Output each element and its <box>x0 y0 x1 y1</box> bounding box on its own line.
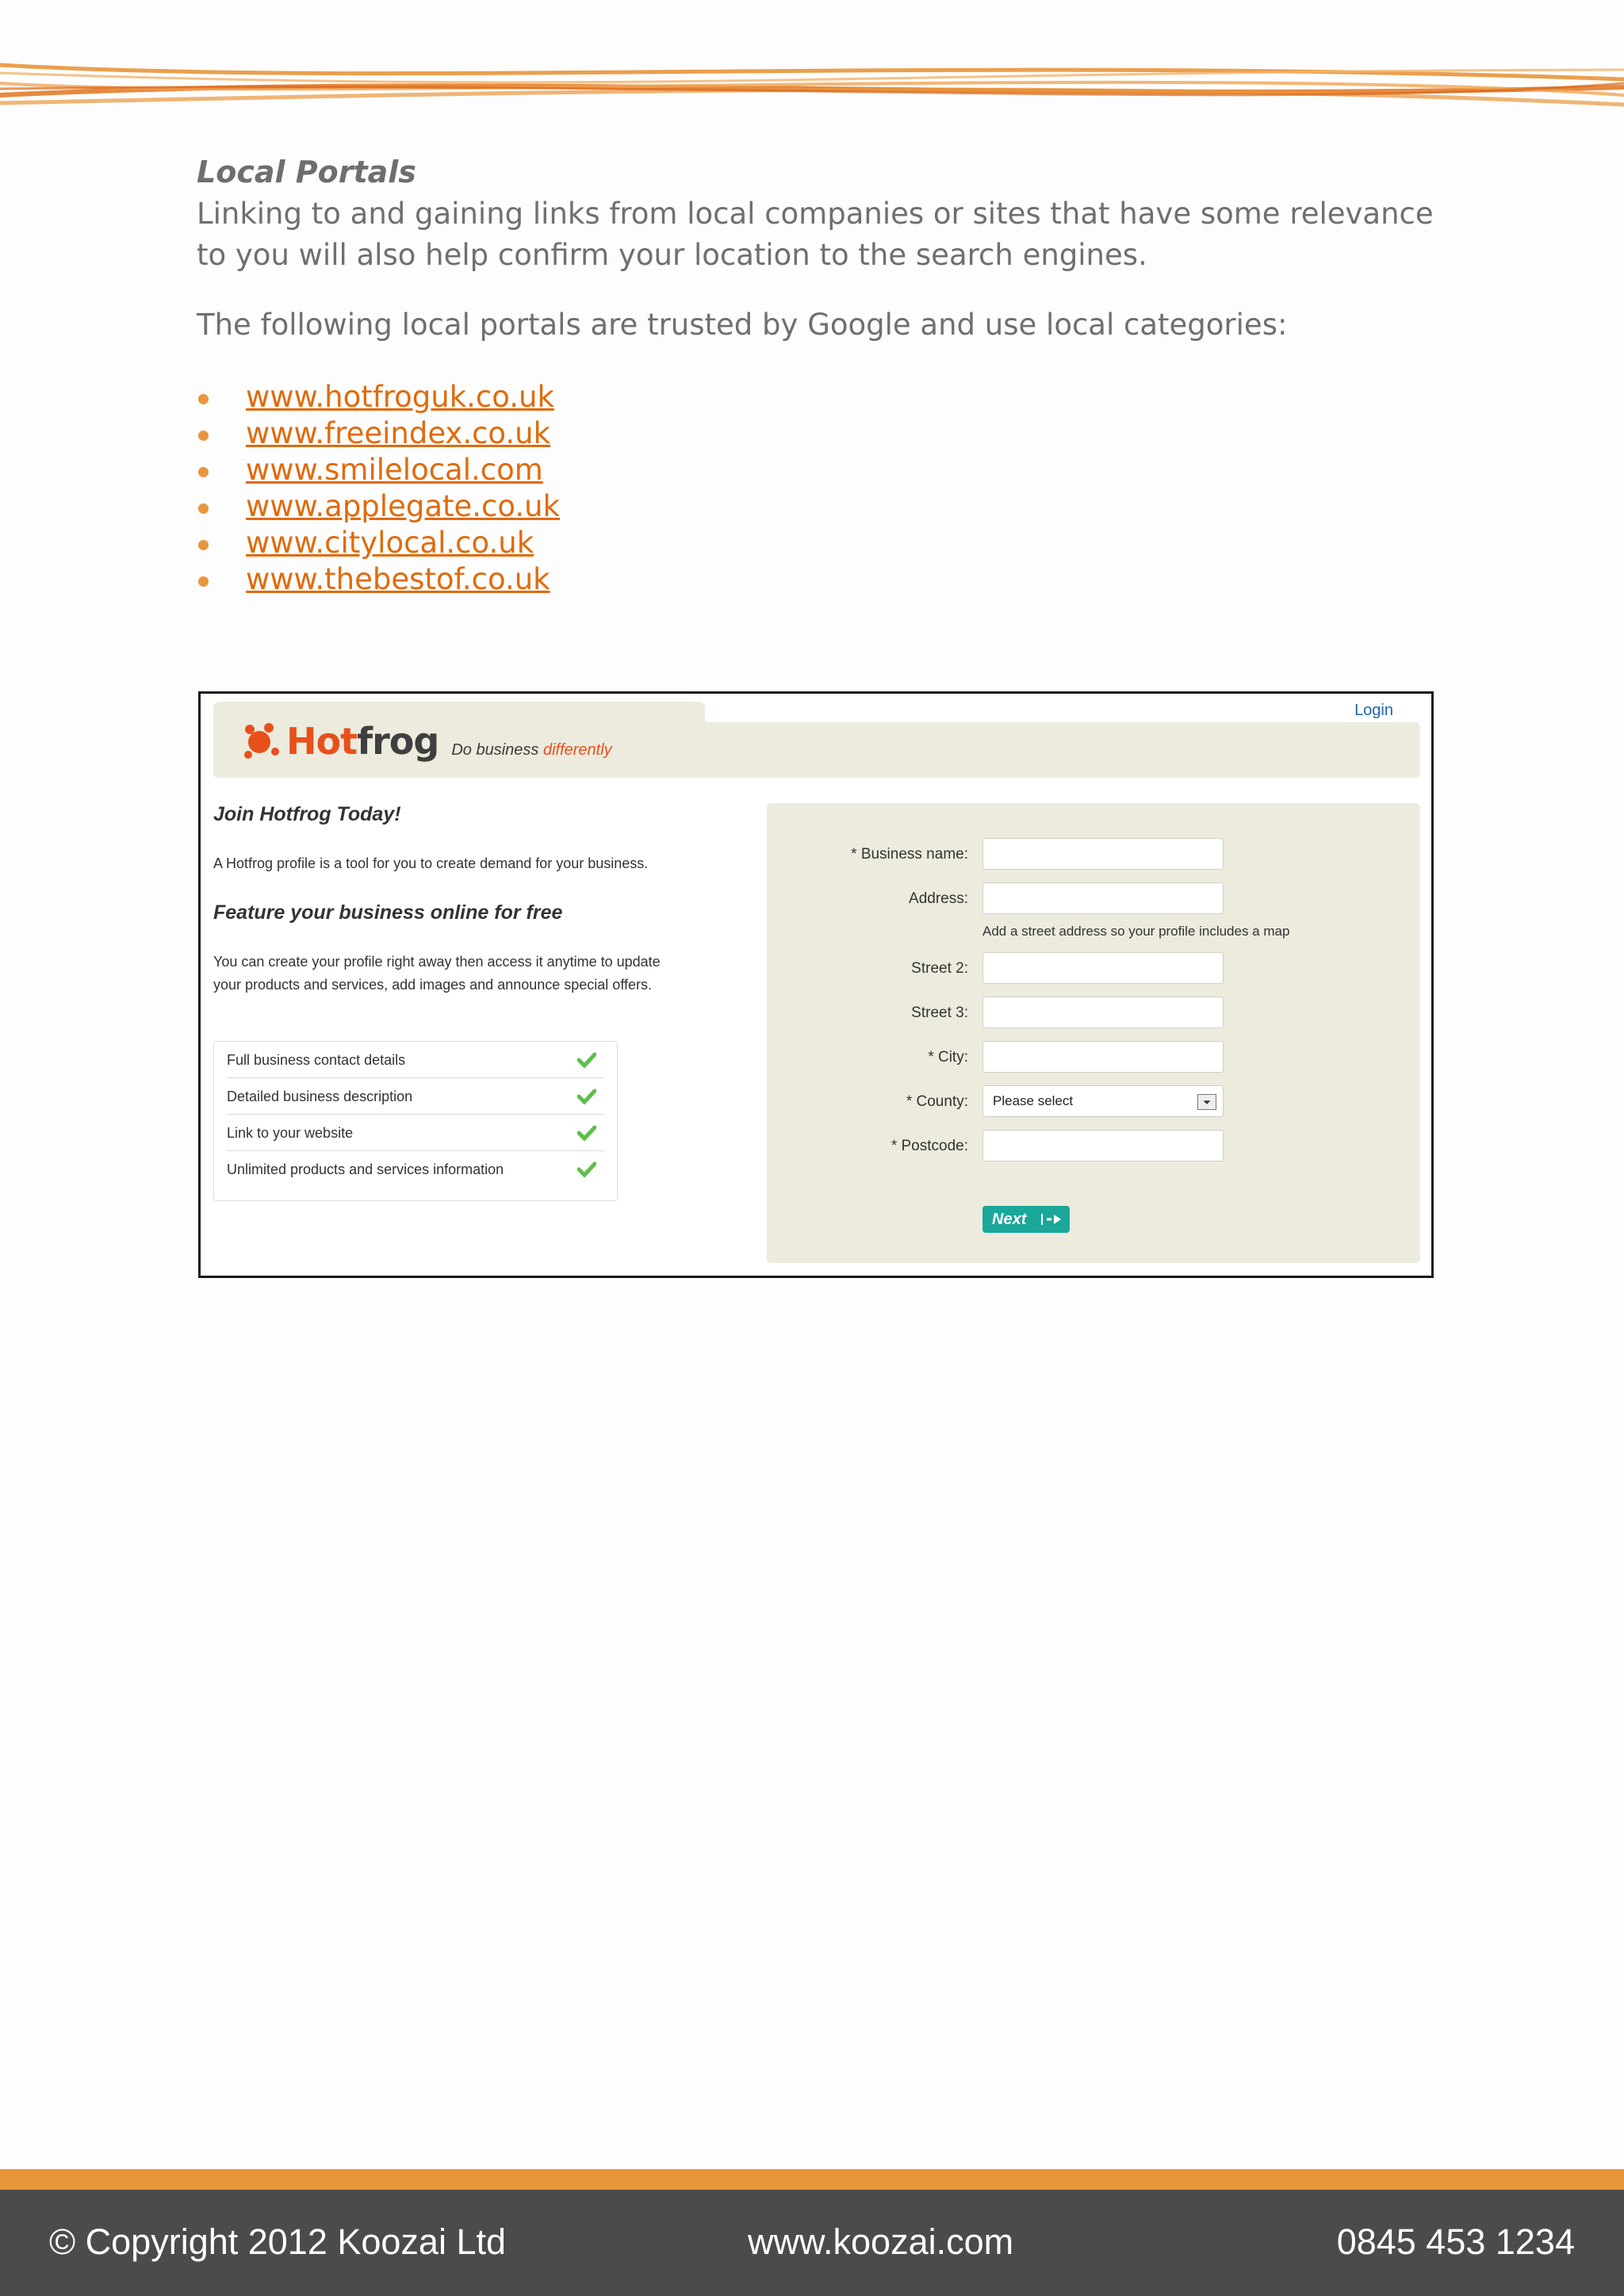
signup-form: * Business name: Address: Add a street a… <box>767 803 1420 1263</box>
section-title: Local Portals <box>197 155 416 189</box>
footer: © Copyright 2012 Koozai Ltd www.koozai.c… <box>0 2190 1624 2296</box>
portal-link[interactable]: www.citylocal.co.uk <box>246 526 534 560</box>
county-row: * County: Please select <box>767 1085 1420 1117</box>
footer-phone: 0845 453 1234 <box>1336 2221 1575 2262</box>
street2-row: Street 2: <box>767 952 1420 984</box>
next-label: Next <box>992 1211 1027 1228</box>
brand-frog: frog <box>357 720 439 763</box>
business-name-row: * Business name: <box>767 838 1420 870</box>
feature-label: Full business contact details <box>227 1052 406 1068</box>
county-select[interactable]: Please select <box>982 1085 1224 1117</box>
city-input[interactable] <box>982 1041 1224 1073</box>
header-swoosh-decoration <box>0 63 1624 107</box>
check-icon <box>577 1052 596 1068</box>
profile-description: A Hotfrog profile is a tool for you to c… <box>213 855 649 871</box>
login-link[interactable]: Login <box>1354 702 1393 720</box>
address-row: Address: <box>767 882 1420 914</box>
table-row: Unlimited products and services informat… <box>227 1151 604 1188</box>
tagline: Do business differently <box>451 741 611 760</box>
list-item: www.applegate.co.uk <box>197 488 1434 525</box>
footer-copyright: © Copyright 2012 Koozai Ltd <box>49 2221 507 2262</box>
portals-intro-paragraph: The following local portals are trusted … <box>197 308 1288 342</box>
portal-list: www.hotfroguk.co.uk www.freeindex.co.uk … <box>197 379 1434 598</box>
bullet-icon <box>198 394 209 404</box>
check-icon <box>577 1089 596 1104</box>
table-row: Detailed business description <box>227 1078 604 1115</box>
feature-label: Link to your website <box>227 1125 354 1141</box>
brand-name: Hotfrog <box>286 720 439 763</box>
county-label: * County: <box>906 1093 968 1110</box>
check-icon <box>577 1161 596 1177</box>
arrow-right-icon <box>1041 1214 1061 1225</box>
bullet-icon <box>198 430 209 441</box>
portal-link[interactable]: www.thebestof.co.uk <box>246 562 550 596</box>
check-icon <box>577 1125 596 1141</box>
address-hint: Add a street address so your profile inc… <box>982 924 1290 939</box>
list-item: www.smilelocal.com <box>197 452 1434 488</box>
hotfrog-signup-screenshot: Hotfrog Do business differently Login Jo… <box>198 691 1434 1278</box>
feature-list: Full business contact details Detailed b… <box>213 1041 618 1201</box>
postcode-row: * Postcode: <box>767 1130 1420 1161</box>
footer-website[interactable]: www.koozai.com <box>748 2221 1013 2263</box>
portal-link[interactable]: www.freeindex.co.uk <box>246 416 550 450</box>
document-content: Local Portals Linking to and gaining lin… <box>197 151 1434 598</box>
tagline-accent: differently <box>542 740 612 759</box>
portal-link[interactable]: www.applegate.co.uk <box>246 489 560 523</box>
street3-row: Street 3: <box>767 997 1420 1028</box>
feature-label: Unlimited products and services informat… <box>227 1161 504 1177</box>
street2-label: Street 2: <box>911 960 968 977</box>
street3-input[interactable] <box>982 997 1224 1028</box>
tagline-text: Do business <box>451 740 539 759</box>
feature-label: Detailed business description <box>227 1089 413 1104</box>
chevron-down-icon[interactable] <box>1197 1094 1216 1110</box>
portal-link[interactable]: www.hotfroguk.co.uk <box>246 380 554 414</box>
postcode-input[interactable] <box>982 1130 1224 1161</box>
city-label: * City: <box>928 1049 968 1066</box>
street3-label: Street 3: <box>911 1004 968 1021</box>
table-row: Link to your website <box>227 1115 604 1151</box>
brand-hot: Hot <box>286 720 358 763</box>
bullet-icon <box>198 540 209 550</box>
portal-link[interactable]: www.smilelocal.com <box>246 453 543 487</box>
table-row: Full business contact details <box>227 1042 604 1078</box>
business-name-label: * Business name: <box>851 846 968 863</box>
list-item: www.hotfroguk.co.uk <box>197 379 1434 415</box>
frog-icon <box>244 723 279 759</box>
postcode-label: * Postcode: <box>891 1138 968 1154</box>
list-item: www.freeindex.co.uk <box>197 415 1434 452</box>
profile-body-text: You can create your profile right away t… <box>213 954 661 993</box>
bullet-icon <box>198 576 209 587</box>
business-name-input[interactable] <box>982 838 1224 870</box>
bullet-icon <box>198 503 209 514</box>
feature-title: Feature your business online for free <box>213 901 563 924</box>
county-selected-value: Please select <box>993 1093 1074 1108</box>
street2-input[interactable] <box>982 952 1224 984</box>
next-button[interactable]: Next <box>982 1206 1070 1233</box>
join-title: Join Hotfrog Today! <box>213 803 401 825</box>
list-item: www.thebestof.co.uk <box>197 561 1434 598</box>
city-row: * City: <box>767 1041 1420 1073</box>
address-label: Address: <box>909 890 968 907</box>
bullet-icon <box>198 467 209 477</box>
address-input[interactable] <box>982 882 1224 914</box>
list-item: www.citylocal.co.uk <box>197 525 1434 561</box>
footer-accent-stripe <box>0 2169 1624 2190</box>
hotfrog-logo[interactable]: Hotfrog Do business differently <box>240 716 612 767</box>
intro-paragraph: Linking to and gaining links from local … <box>197 197 1434 272</box>
